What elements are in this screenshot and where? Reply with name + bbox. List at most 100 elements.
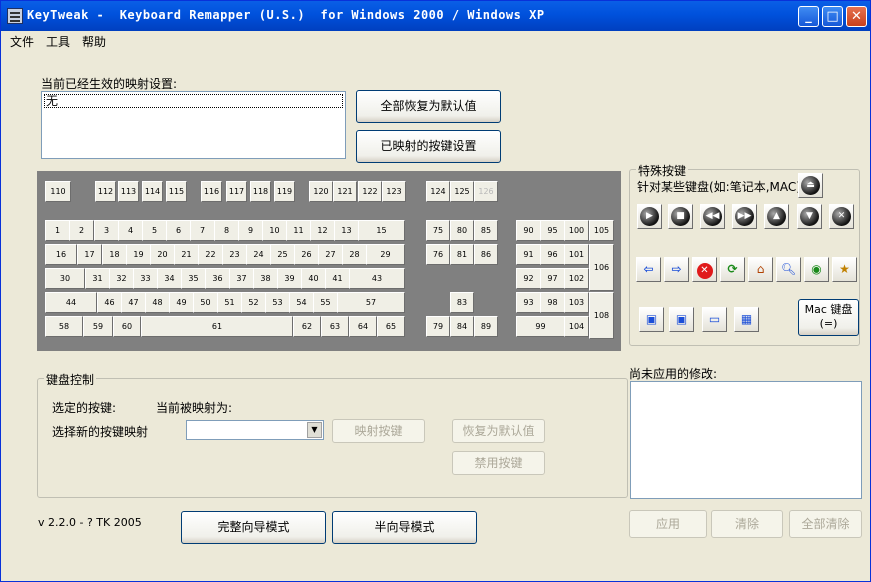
key-6[interactable]: 6 [166, 220, 191, 241]
calculator-icon[interactable]: ▦ [734, 307, 759, 332]
key-99[interactable]: 99 [516, 316, 565, 337]
favorites-icon[interactable]: ★ [832, 257, 857, 282]
key-85[interactable]: 85 [474, 220, 498, 241]
key-13[interactable]: 13 [334, 220, 359, 241]
key-27[interactable]: 27 [318, 244, 343, 265]
menu-file[interactable]: 文件 [10, 33, 34, 50]
next-track-icon[interactable]: ▶▶ [732, 204, 757, 229]
key-65[interactable]: 65 [377, 316, 405, 337]
key-126[interactable]: 126 [474, 181, 498, 202]
key-110[interactable]: 110 [45, 181, 71, 202]
key-2[interactable]: 2 [69, 220, 94, 241]
key-63[interactable]: 63 [321, 316, 349, 337]
key-38[interactable]: 38 [253, 268, 278, 289]
key-118[interactable]: 118 [250, 181, 271, 202]
key-91[interactable]: 91 [516, 244, 541, 265]
key-84[interactable]: 84 [450, 316, 474, 337]
key-115[interactable]: 115 [166, 181, 187, 202]
key-119[interactable]: 119 [274, 181, 295, 202]
chevron-down-icon[interactable]: ▼ [307, 422, 322, 438]
key-80[interactable]: 80 [450, 220, 474, 241]
forward-arrow-icon[interactable]: ⇨ [664, 257, 689, 282]
key-8[interactable]: 8 [214, 220, 239, 241]
key-57[interactable]: 57 [337, 292, 405, 313]
key-35[interactable]: 35 [181, 268, 206, 289]
volume-up-icon[interactable]: ▲ [764, 204, 789, 229]
key-48[interactable]: 48 [145, 292, 170, 313]
clear-all-button[interactable]: 全部清除 [789, 510, 862, 538]
key-92[interactable]: 92 [516, 268, 541, 289]
clear-button[interactable]: 清除 [711, 510, 783, 538]
key-124[interactable]: 124 [426, 181, 450, 202]
key-113[interactable]: 113 [118, 181, 139, 202]
volume-down-icon[interactable]: ▼ [797, 204, 822, 229]
eject-icon[interactable]: ⏏ [798, 173, 823, 198]
key-16[interactable]: 16 [45, 244, 77, 265]
pending-list[interactable] [630, 381, 862, 499]
key-55[interactable]: 55 [313, 292, 338, 313]
list-item[interactable]: 无 [44, 94, 343, 108]
key-98[interactable]: 98 [540, 292, 565, 313]
key-54[interactable]: 54 [289, 292, 314, 313]
current-mappings-list[interactable]: 无 [41, 91, 346, 159]
key-25[interactable]: 25 [270, 244, 295, 265]
key-18[interactable]: 18 [102, 244, 127, 265]
key-116[interactable]: 116 [201, 181, 222, 202]
key-34[interactable]: 34 [157, 268, 182, 289]
key-4[interactable]: 4 [118, 220, 143, 241]
key-123[interactable]: 123 [382, 181, 406, 202]
key-26[interactable]: 26 [294, 244, 319, 265]
key-59[interactable]: 59 [83, 316, 113, 337]
key-105[interactable]: 105 [589, 220, 614, 241]
previous-track-icon[interactable]: ◀◀ [700, 204, 725, 229]
stop-icon[interactable]: ■ [668, 204, 693, 229]
apply-button[interactable]: 应用 [629, 510, 707, 538]
key-76[interactable]: 76 [426, 244, 450, 265]
key-22[interactable]: 22 [198, 244, 223, 265]
mapped-keys-button[interactable]: 已映射的按键设置 [356, 130, 501, 163]
key-83[interactable]: 83 [450, 292, 474, 313]
maximize-button[interactable]: □ [822, 6, 843, 27]
key-21[interactable]: 21 [174, 244, 199, 265]
disable-key-button[interactable]: 禁用按键 [452, 451, 545, 475]
menu-help[interactable]: 帮助 [82, 33, 106, 50]
key-5[interactable]: 5 [142, 220, 167, 241]
key-89[interactable]: 89 [474, 316, 498, 337]
key-81[interactable]: 81 [450, 244, 474, 265]
key-122[interactable]: 122 [358, 181, 382, 202]
home-icon[interactable]: ⌂ [748, 257, 773, 282]
stop-browser-icon[interactable]: ✕ [692, 257, 717, 282]
key-20[interactable]: 20 [150, 244, 175, 265]
key-103[interactable]: 103 [564, 292, 589, 313]
key-75[interactable]: 75 [426, 220, 450, 241]
key-49[interactable]: 49 [169, 292, 194, 313]
minimize-button[interactable]: _ [798, 6, 819, 27]
key-112[interactable]: 112 [95, 181, 116, 202]
key-23[interactable]: 23 [222, 244, 247, 265]
close-button[interactable]: ✕ [846, 6, 867, 27]
monitor-icon[interactable]: ▭ [702, 307, 727, 332]
refresh-icon[interactable]: ⟳ [720, 257, 745, 282]
key-60[interactable]: 60 [113, 316, 141, 337]
key-30[interactable]: 30 [45, 268, 85, 289]
search-icon[interactable]: 🔍︎ [776, 257, 801, 282]
play-icon[interactable]: ▶ [637, 204, 662, 229]
key-58[interactable]: 58 [45, 316, 83, 337]
half-wizard-button[interactable]: 半向导模式 [332, 511, 477, 544]
key-17[interactable]: 17 [77, 244, 102, 265]
key-40[interactable]: 40 [301, 268, 326, 289]
key-51[interactable]: 51 [217, 292, 242, 313]
key-52[interactable]: 52 [241, 292, 266, 313]
key-97[interactable]: 97 [540, 268, 565, 289]
key-44[interactable]: 44 [45, 292, 97, 313]
key-121[interactable]: 121 [333, 181, 357, 202]
key-1[interactable]: 1 [45, 220, 70, 241]
key-106[interactable]: 106 [589, 244, 614, 291]
key-95[interactable]: 95 [540, 220, 565, 241]
key-108[interactable]: 108 [589, 292, 614, 339]
menu-tools[interactable]: 工具 [46, 33, 70, 50]
key-41[interactable]: 41 [325, 268, 350, 289]
key-37[interactable]: 37 [229, 268, 254, 289]
key-29[interactable]: 29 [366, 244, 405, 265]
key-114[interactable]: 114 [142, 181, 163, 202]
